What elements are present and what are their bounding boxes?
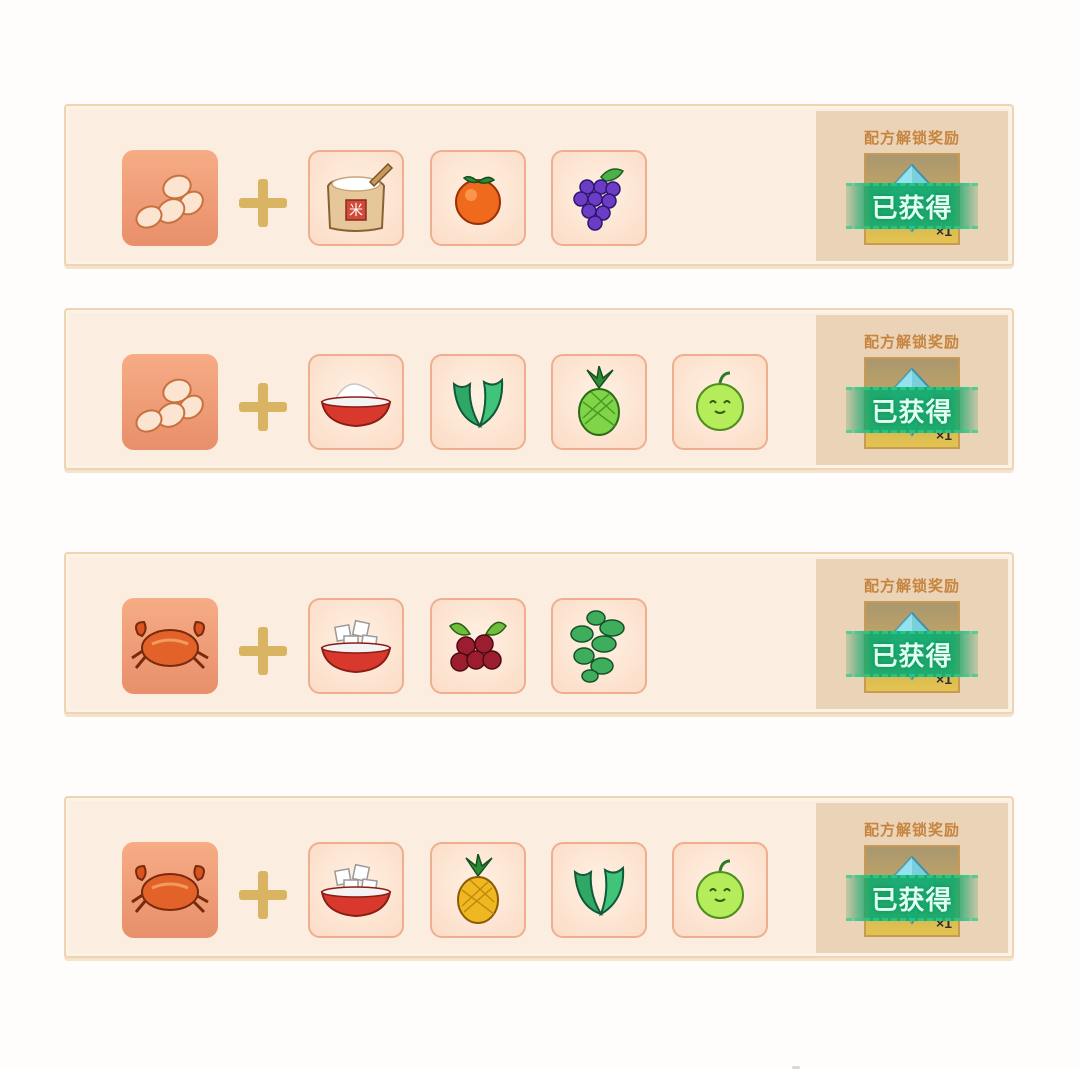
ingredient-slot[interactable]: 米: [308, 150, 404, 246]
pineapple-icon: [448, 854, 508, 926]
obtained-text: 已获得: [871, 640, 953, 671]
obtained-banner: 已获得: [846, 875, 978, 921]
reward-panel: 配方解锁奖励 ×1 已获得: [816, 559, 1008, 709]
recipe-card: 配方解锁奖励 ×1 已获得: [64, 308, 1014, 470]
obtained-banner: 已获得: [846, 631, 978, 677]
grape-icon: [567, 163, 631, 233]
ingredient-slot[interactable]: [430, 150, 526, 246]
recipe-card: 配方解锁奖励 ×1 已获得: [64, 796, 1014, 958]
svg-text:米: 米: [349, 203, 363, 219]
main-ingredient-slot[interactable]: [122, 842, 218, 938]
plus-icon: [239, 383, 287, 431]
plus-icon: [239, 627, 287, 675]
ingredient-slot[interactable]: [551, 150, 647, 246]
obtained-banner: 已获得: [846, 183, 978, 229]
crab-icon: [128, 614, 212, 678]
salt-bowl-icon: [316, 372, 396, 432]
ingredient-slot[interactable]: [551, 842, 647, 938]
ingredient-slot[interactable]: [430, 354, 526, 450]
crab-icon: [128, 858, 212, 922]
reward-title: 配方解锁奖励: [863, 578, 960, 595]
green-grape-vine-icon: [566, 608, 632, 684]
obtained-text: 已获得: [871, 396, 953, 427]
plus-icon: [239, 871, 287, 919]
reward-title: 配方解锁奖励: [863, 130, 960, 147]
ingredient-slot[interactable]: [672, 842, 768, 938]
page-marker: [792, 1066, 800, 1069]
recipe-card: 配方解锁奖励 ×1 已获得: [64, 552, 1014, 714]
plus-icon: [239, 179, 287, 227]
main-ingredient-slot[interactable]: [122, 150, 218, 246]
eggs-icon: [131, 367, 209, 437]
ingredient-slot[interactable]: [551, 598, 647, 694]
reward-title: 配方解锁奖励: [863, 334, 960, 351]
ingredient-slot[interactable]: [551, 354, 647, 450]
green-pineapple-icon: [569, 366, 629, 438]
ingredient-slot[interactable]: [308, 598, 404, 694]
obtained-text: 已获得: [871, 884, 953, 915]
reward-title: 配方解锁奖励: [863, 822, 960, 839]
aloe-leaf-icon: [446, 370, 510, 434]
sugar-cube-bowl-icon: [316, 860, 396, 920]
reward-panel: 配方解锁奖励 ×1 已获得: [816, 315, 1008, 465]
recipe-card: 米 配方解锁奖励 ×1 已获得: [64, 104, 1014, 266]
obtained-text: 已获得: [871, 192, 953, 223]
berry-cluster-icon: [446, 614, 510, 678]
reward-panel: 配方解锁奖励 ×1 已获得: [816, 111, 1008, 261]
melon-icon: [690, 857, 750, 923]
reward-panel: 配方解锁奖励 ×1 已获得: [816, 803, 1008, 953]
main-ingredient-slot[interactable]: [122, 354, 218, 450]
orange-icon: [448, 168, 508, 228]
ingredient-slot[interactable]: [430, 842, 526, 938]
aloe-leaf-icon: [567, 858, 631, 922]
sugar-cube-bowl-icon: [316, 616, 396, 676]
ingredient-slot[interactable]: [308, 842, 404, 938]
obtained-banner: 已获得: [846, 387, 978, 433]
ingredient-slot[interactable]: [672, 354, 768, 450]
flour-sack-icon: 米: [318, 160, 394, 236]
main-ingredient-slot[interactable]: [122, 598, 218, 694]
ingredient-slot[interactable]: [430, 598, 526, 694]
eggs-icon: [131, 163, 209, 233]
ingredient-slot[interactable]: [308, 354, 404, 450]
melon-icon: [690, 369, 750, 435]
